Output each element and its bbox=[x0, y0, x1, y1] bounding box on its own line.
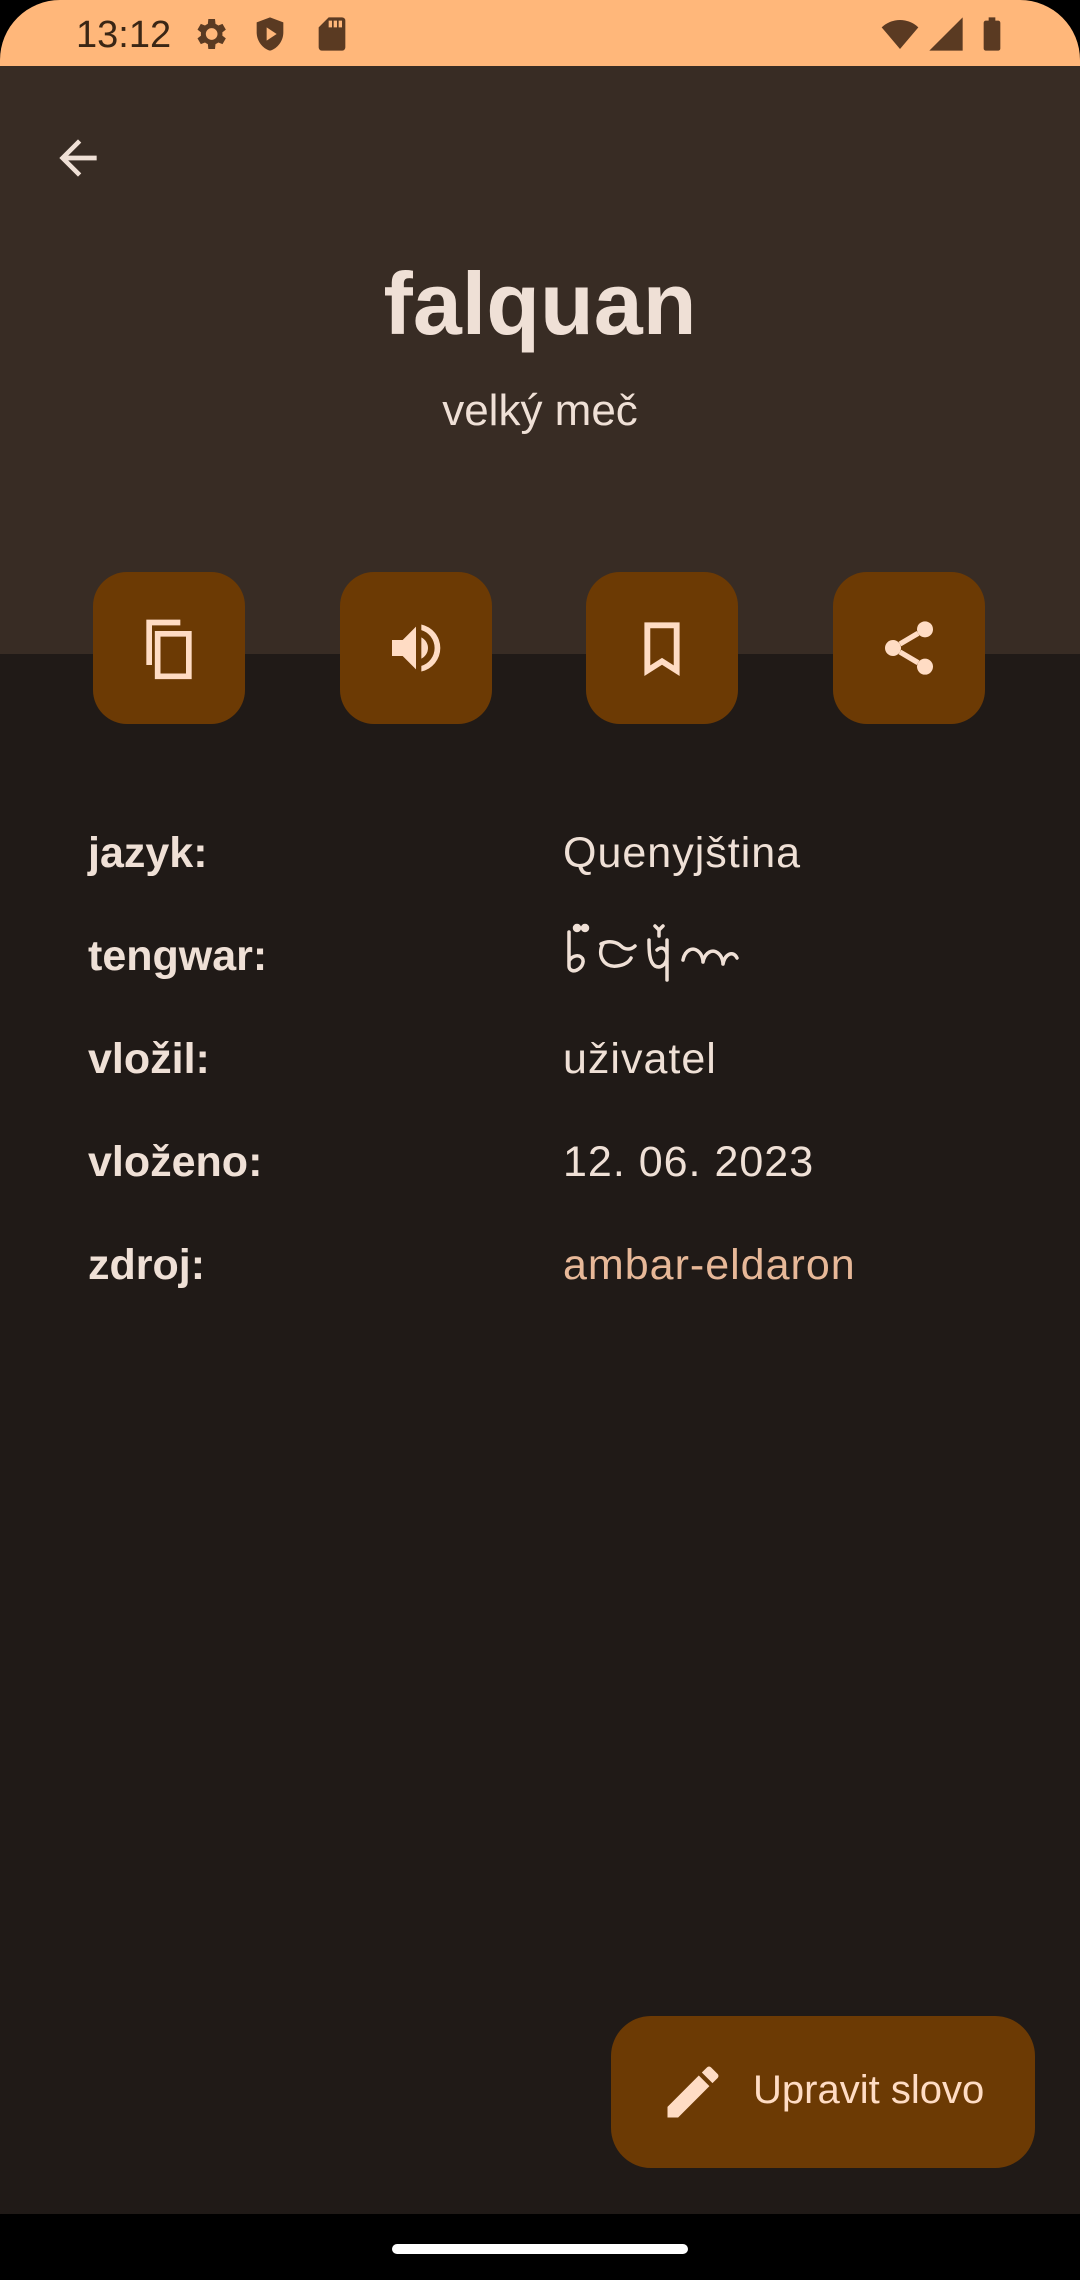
sd-card-icon bbox=[318, 17, 346, 51]
source-label: zdroj: bbox=[88, 1241, 206, 1289]
tengwar-script-image bbox=[567, 923, 739, 982]
gesture-nav-bar bbox=[0, 2214, 1080, 2280]
home-handle[interactable] bbox=[392, 2244, 688, 2254]
share-icon bbox=[885, 621, 933, 675]
status-bar: 13:12 bbox=[0, 0, 1080, 66]
language-label: jazyk: bbox=[88, 829, 208, 877]
edit-word-label: Upravit slovo bbox=[753, 2068, 985, 2112]
back-button[interactable] bbox=[44, 124, 112, 192]
tengwar-label: tengwar: bbox=[88, 932, 268, 980]
shield-play-icon bbox=[256, 17, 284, 51]
detail-row-added-by: vložil: uživatel bbox=[88, 1017, 1008, 1120]
edit-word-button[interactable]: Upravit slovo bbox=[611, 2016, 1035, 2168]
speak-button[interactable] bbox=[340, 572, 492, 724]
detail-row-source: zdroj: ambar-eldaron bbox=[88, 1223, 1008, 1326]
word-details: jazyk: Quenyjština tengwar: vložil: uživ… bbox=[88, 811, 1008, 1326]
word-title: falquan bbox=[383, 254, 697, 353]
battery-icon bbox=[983, 17, 1001, 51]
detail-row-added-on: vloženo: 12. 06. 2023 bbox=[88, 1120, 1008, 1223]
cellular-signal-icon bbox=[929, 17, 963, 51]
volume-icon bbox=[392, 624, 441, 672]
language-value: Quenyjština bbox=[563, 829, 802, 877]
bookmark-icon bbox=[644, 622, 680, 677]
added-by-value: uživatel bbox=[563, 1035, 717, 1083]
bookmark-button[interactable] bbox=[586, 572, 738, 724]
pencil-icon bbox=[667, 2066, 719, 2118]
status-time: 13:12 bbox=[76, 14, 172, 56]
copy-icon bbox=[146, 619, 192, 680]
detail-row-tengwar: tengwar: bbox=[88, 914, 1008, 1017]
word-translation: velký meč bbox=[442, 386, 638, 435]
word-header: falquan velký meč bbox=[0, 66, 1080, 654]
added-by-label: vložil: bbox=[88, 1035, 210, 1083]
added-on-label: vloženo: bbox=[88, 1138, 263, 1186]
arrow-back-icon bbox=[59, 139, 97, 177]
copy-button[interactable] bbox=[93, 572, 245, 724]
share-button[interactable] bbox=[833, 572, 985, 724]
app-screen: falquan velký meč jazyk: Quenyjština ten… bbox=[0, 66, 1080, 2214]
added-on-value: 12. 06. 2023 bbox=[563, 1138, 815, 1186]
action-buttons bbox=[0, 572, 1080, 724]
detail-row-language: jazyk: Quenyjština bbox=[88, 811, 1008, 914]
source-link[interactable]: ambar-eldaron bbox=[563, 1241, 856, 1290]
gear-icon bbox=[197, 19, 226, 49]
wifi-icon bbox=[881, 20, 919, 49]
